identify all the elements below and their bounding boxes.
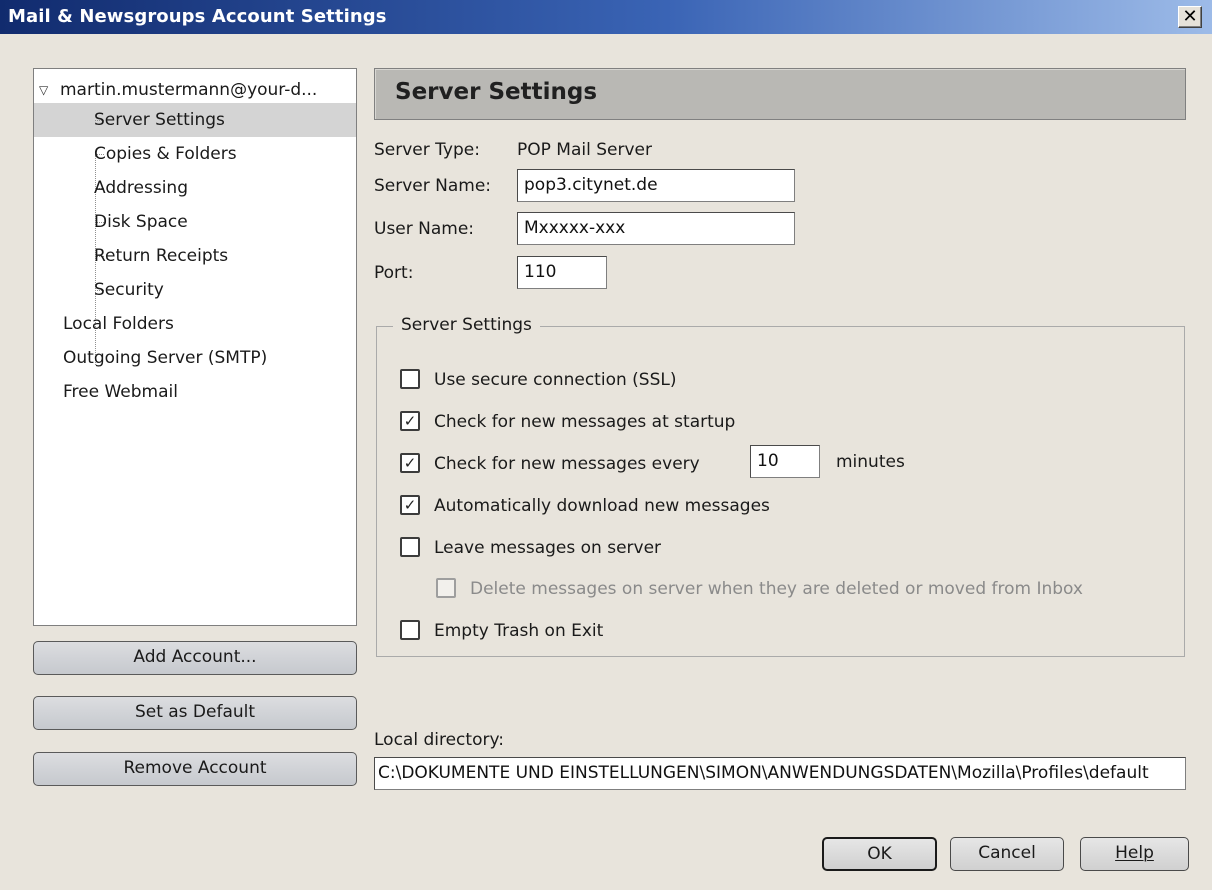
tree-item-label: Free Webmail (63, 382, 178, 402)
auto-download-label: Automatically download new messages (434, 496, 770, 516)
ssl-checkbox[interactable] (400, 369, 420, 389)
check-startup-label: Check for new messages at startup (434, 412, 736, 432)
remove-account-button[interactable]: Remove Account (33, 752, 357, 786)
user-name-input[interactable]: Mxxxxx-xxx (517, 212, 795, 245)
empty-trash-checkbox[interactable] (400, 620, 420, 640)
tree-item-label: Copies & Folders (94, 144, 237, 164)
check-every-checkbox[interactable]: ✓ (400, 453, 420, 473)
group-legend: Server Settings (393, 315, 540, 335)
server-type-label: Server Type: (374, 140, 480, 160)
tree-item-label: Outgoing Server (SMTP) (63, 348, 268, 368)
ok-button[interactable]: OK (822, 837, 937, 871)
tree-item-label: Security (94, 280, 164, 300)
tree-item-server-settings[interactable]: Server Settings (34, 103, 356, 137)
ssl-label: Use secure connection (SSL) (434, 370, 677, 390)
tree-item-label: martin.mustermann@your-d... (60, 80, 318, 100)
tree-item-label: Server Settings (94, 110, 225, 130)
tree-item-security[interactable]: Security (34, 273, 356, 307)
twisty-expanded-icon[interactable]: ▽ (39, 73, 48, 107)
help-button[interactable]: Help (1080, 837, 1189, 871)
minutes-label: minutes (836, 452, 905, 472)
port-input[interactable]: 110 (517, 256, 607, 289)
tree-item-local-folders[interactable]: Local Folders (34, 307, 356, 341)
server-name-input[interactable]: pop3.citynet.de (517, 169, 795, 202)
check-every-label: Check for new messages every (434, 454, 700, 474)
tree-item-free-webmail[interactable]: Free Webmail (34, 375, 356, 409)
server-type-value: POP Mail Server (517, 140, 652, 160)
delete-on-server-checkbox (436, 578, 456, 598)
check-startup-checkbox[interactable]: ✓ (400, 411, 420, 431)
tree-item-disk-space[interactable]: Disk Space (34, 205, 356, 239)
add-account-button[interactable]: Add Account... (33, 641, 357, 675)
window-title: Mail & Newsgroups Account Settings (8, 6, 387, 27)
tree-item-copies-folders[interactable]: Copies & Folders (34, 137, 356, 171)
page-title: Server Settings (395, 79, 598, 105)
server-settings-group: Server Settings Use secure connection (S… (376, 315, 1185, 657)
set-as-default-button[interactable]: Set as Default (33, 696, 357, 730)
cancel-button[interactable]: Cancel (950, 837, 1064, 871)
port-label: Port: (374, 263, 414, 283)
check-interval-input[interactable]: 10 (750, 445, 820, 478)
server-name-label: Server Name: (374, 176, 492, 196)
panel-header: Server Settings (374, 68, 1186, 120)
empty-trash-label: Empty Trash on Exit (434, 621, 604, 641)
tree-item-label: Addressing (94, 178, 188, 198)
checkmark-icon: ✓ (403, 412, 417, 430)
auto-download-checkbox[interactable]: ✓ (400, 495, 420, 515)
close-icon: ✕ (1182, 6, 1198, 27)
leave-on-server-checkbox[interactable] (400, 537, 420, 557)
tree-item-account[interactable]: ▽ martin.mustermann@your-d... (34, 73, 356, 107)
account-tree[interactable]: ▽ martin.mustermann@your-d... Server Set… (33, 68, 357, 626)
tree-item-addressing[interactable]: Addressing (34, 171, 356, 205)
local-directory-label: Local directory: (374, 730, 505, 750)
delete-on-server-label: Delete messages on server when they are … (470, 579, 1083, 599)
tree-item-label: Disk Space (94, 212, 188, 232)
tree-item-return-receipts[interactable]: Return Receipts (34, 239, 356, 273)
tree-item-label: Local Folders (63, 314, 174, 334)
tree-item-outgoing-server[interactable]: Outgoing Server (SMTP) (34, 341, 356, 375)
title-bar: Mail & Newsgroups Account Settings ✕ (0, 0, 1212, 34)
close-button[interactable]: ✕ (1178, 6, 1202, 28)
checkmark-icon: ✓ (403, 454, 417, 472)
user-name-label: User Name: (374, 219, 475, 239)
tree-item-label: Return Receipts (94, 246, 229, 266)
leave-on-server-label: Leave messages on server (434, 538, 662, 558)
local-directory-input[interactable]: C:\DOKUMENTE UND EINSTELLUNGEN\SIMON\ANW… (374, 757, 1186, 790)
checkmark-icon: ✓ (403, 496, 417, 514)
help-button-label: Help (1115, 843, 1154, 863)
